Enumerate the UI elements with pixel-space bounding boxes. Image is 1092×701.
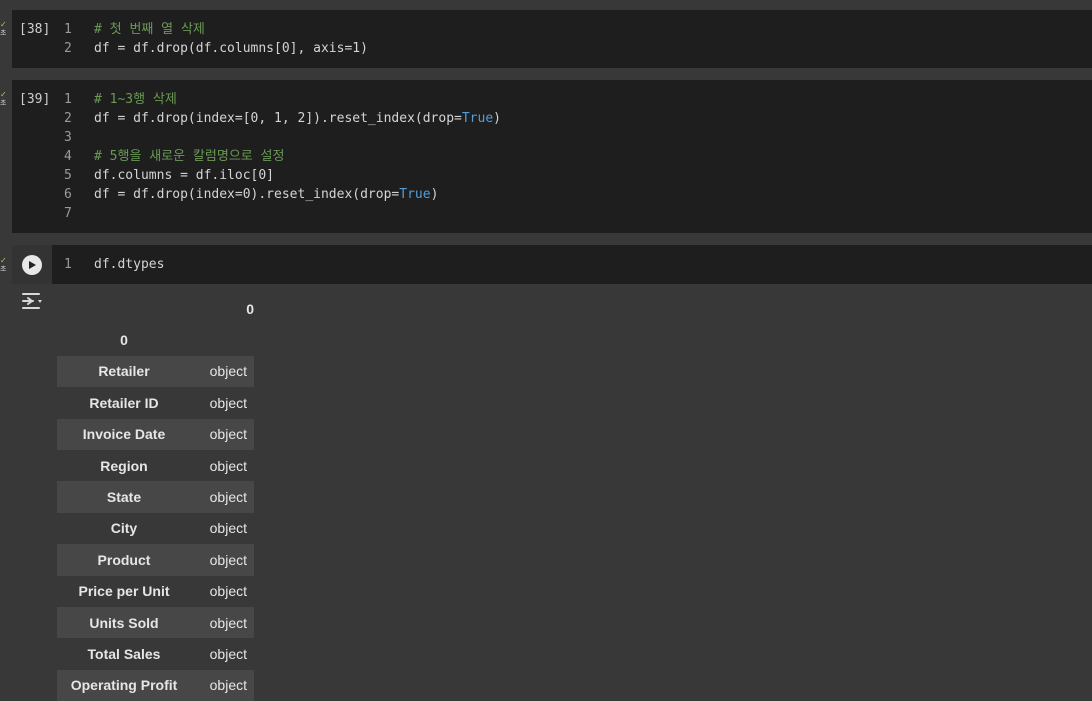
row-dtype-value: object — [209, 551, 247, 568]
code-line[interactable]: 2 df = df.drop(index=[0, 1, 2]).reset_ind… — [64, 109, 501, 128]
code-line[interactable]: 1 # 1~3행 삭제 — [64, 90, 501, 109]
line-number: 2 — [64, 41, 72, 56]
line-number: 1 — [64, 92, 72, 107]
table-row: Invoice Date object — [57, 418, 254, 450]
code-editor[interactable]: 1 df.dtypes — [64, 255, 164, 274]
code-line[interactable]: 5 df.columns = df.iloc[0] — [64, 166, 501, 185]
code-text: df = df.drop(df.columns[0], axis=1) — [94, 39, 368, 58]
code-token: ) — [430, 187, 439, 202]
code-token: ) — [493, 111, 501, 126]
row-index-label: City — [110, 520, 138, 537]
execution-count: [39] — [19, 92, 51, 107]
code-comment: # 1~3행 삭제 — [94, 92, 177, 107]
table-row: Total Sales object — [57, 638, 254, 669]
code-token: df = df.drop(index=0).reset_index(drop= — [94, 187, 400, 202]
row-index-label: State — [106, 489, 142, 506]
table-row: Operating Profit object — [57, 669, 254, 701]
code-text: df = df.drop(index=0).reset_index(drop=T… — [94, 185, 438, 204]
dtypes-output-table: 0 0 Retailer object Retailer ID object Invoi… — [57, 293, 254, 701]
table-row: Price per Unit object — [57, 576, 254, 607]
table-row: Units Sold object — [57, 606, 254, 639]
table-row: Product object — [57, 544, 254, 576]
code-text: df = df.drop(index=[0, 1, 2]).reset_inde… — [94, 109, 501, 128]
index-name: 0 — [120, 332, 128, 349]
code-editor[interactable]: 1 # 1~3행 삭제 2 df = df.drop(index=[0, 1, 2])… — [64, 90, 501, 223]
code-keyword: True — [461, 111, 494, 126]
code-comment: # 5행을 새로운 칼럼명으로 설정 — [94, 149, 285, 164]
run-cell-button[interactable] — [12, 245, 52, 284]
code-text: df.columns = df.iloc[0] — [94, 166, 274, 185]
row-dtype-value: object — [209, 457, 247, 474]
row-index-label: Operating Profit — [70, 677, 178, 694]
row-dtype-value: object — [209, 426, 247, 443]
code-text: # 5행을 새로운 칼럼명으로 설정 — [94, 147, 284, 166]
table-row: Retailer ID object — [57, 387, 254, 418]
code-line[interactable]: 1 df.dtypes — [64, 255, 164, 274]
code-text: # 첫 번째 열 삭제 — [94, 20, 205, 39]
play-icon[interactable] — [22, 254, 42, 275]
table-header-row: 0 — [57, 293, 254, 324]
line-number: 1 — [64, 22, 72, 37]
code-token: df = df.drop(index=[0, 1, 2]).reset_inde… — [94, 111, 462, 126]
row-index-label: Units Sold — [89, 614, 159, 631]
code-cell-39[interactable]: [39] 1 # 1~3행 삭제 2 df = df.drop(index=[0, 1… — [12, 80, 1092, 233]
code-text: df.dtypes — [94, 255, 164, 274]
code-cell-38[interactable]: [38] 1 # 첫 번째 열 삭제 2 df = df.drop(df.column… — [12, 10, 1092, 68]
line-number: 2 — [64, 111, 72, 126]
row-dtype-value: object — [209, 394, 247, 411]
line-number: 4 — [64, 149, 72, 164]
line-number: 3 — [64, 130, 72, 145]
cell-38-status: ✓ 초 — [0, 20, 7, 37]
code-line[interactable]: 7 — [64, 204, 501, 223]
row-index-label: Total Sales — [87, 645, 161, 662]
code-line[interactable]: 1 # 첫 번째 열 삭제 — [64, 20, 368, 39]
code-line[interactable]: 3 — [64, 128, 501, 147]
table-row: State object — [57, 481, 254, 513]
row-index-label: Retailer — [98, 363, 150, 380]
row-dtype-value: object — [209, 489, 247, 506]
code-line[interactable]: 6 df = df.drop(index=0).reset_index(drop=… — [64, 185, 501, 204]
row-dtype-value: object — [209, 520, 247, 537]
row-index-label: Invoice Date — [82, 426, 166, 443]
code-keyword: True — [399, 187, 431, 202]
row-dtype-value: object — [209, 363, 247, 380]
row-dtype-value: object — [209, 677, 247, 694]
code-editor[interactable]: 1 # 첫 번째 열 삭제 2 df = df.drop(df.columns[0],… — [64, 20, 368, 58]
line-number: 6 — [64, 187, 72, 202]
execution-count: [38] — [19, 22, 51, 37]
row-dtype-value: object — [209, 583, 247, 600]
output-actions-icon[interactable] — [21, 291, 43, 311]
row-dtype-value: object — [209, 614, 247, 631]
line-number: 1 — [64, 257, 72, 272]
line-number: 7 — [64, 206, 72, 221]
row-index-label: Region — [100, 457, 148, 474]
cell-3-status: ✓ 초 — [0, 256, 7, 273]
line-number: 5 — [64, 168, 72, 183]
table-row: Retailer object — [57, 355, 254, 388]
code-comment: # 첫 번째 열 삭제 — [94, 22, 205, 37]
code-token: df.dtypes — [94, 257, 165, 272]
code-line[interactable]: 4 # 5행을 새로운 칼럼명으로 설정 — [64, 147, 501, 166]
row-index-label: Product — [97, 551, 151, 568]
code-token: df.columns = df.iloc[0] — [94, 168, 275, 183]
table-row: City object — [57, 513, 254, 544]
table-row: Region object — [57, 450, 254, 481]
row-index-label: Price per Unit — [78, 583, 170, 600]
column-header: 0 — [246, 300, 254, 317]
row-index-label: Retailer ID — [89, 394, 159, 411]
code-text: # 1~3행 삭제 — [94, 90, 177, 109]
code-token: df = df.drop(df.columns[0], axis=1) — [94, 41, 368, 56]
index-name-row: 0 — [57, 324, 254, 355]
code-cell-dtypes[interactable]: 1 df.dtypes — [12, 245, 1092, 284]
cell-39-status: ✓ 초 — [0, 90, 7, 107]
row-dtype-value: object — [209, 645, 247, 662]
code-line[interactable]: 2 df = df.drop(df.columns[0], axis=1) — [64, 39, 368, 58]
